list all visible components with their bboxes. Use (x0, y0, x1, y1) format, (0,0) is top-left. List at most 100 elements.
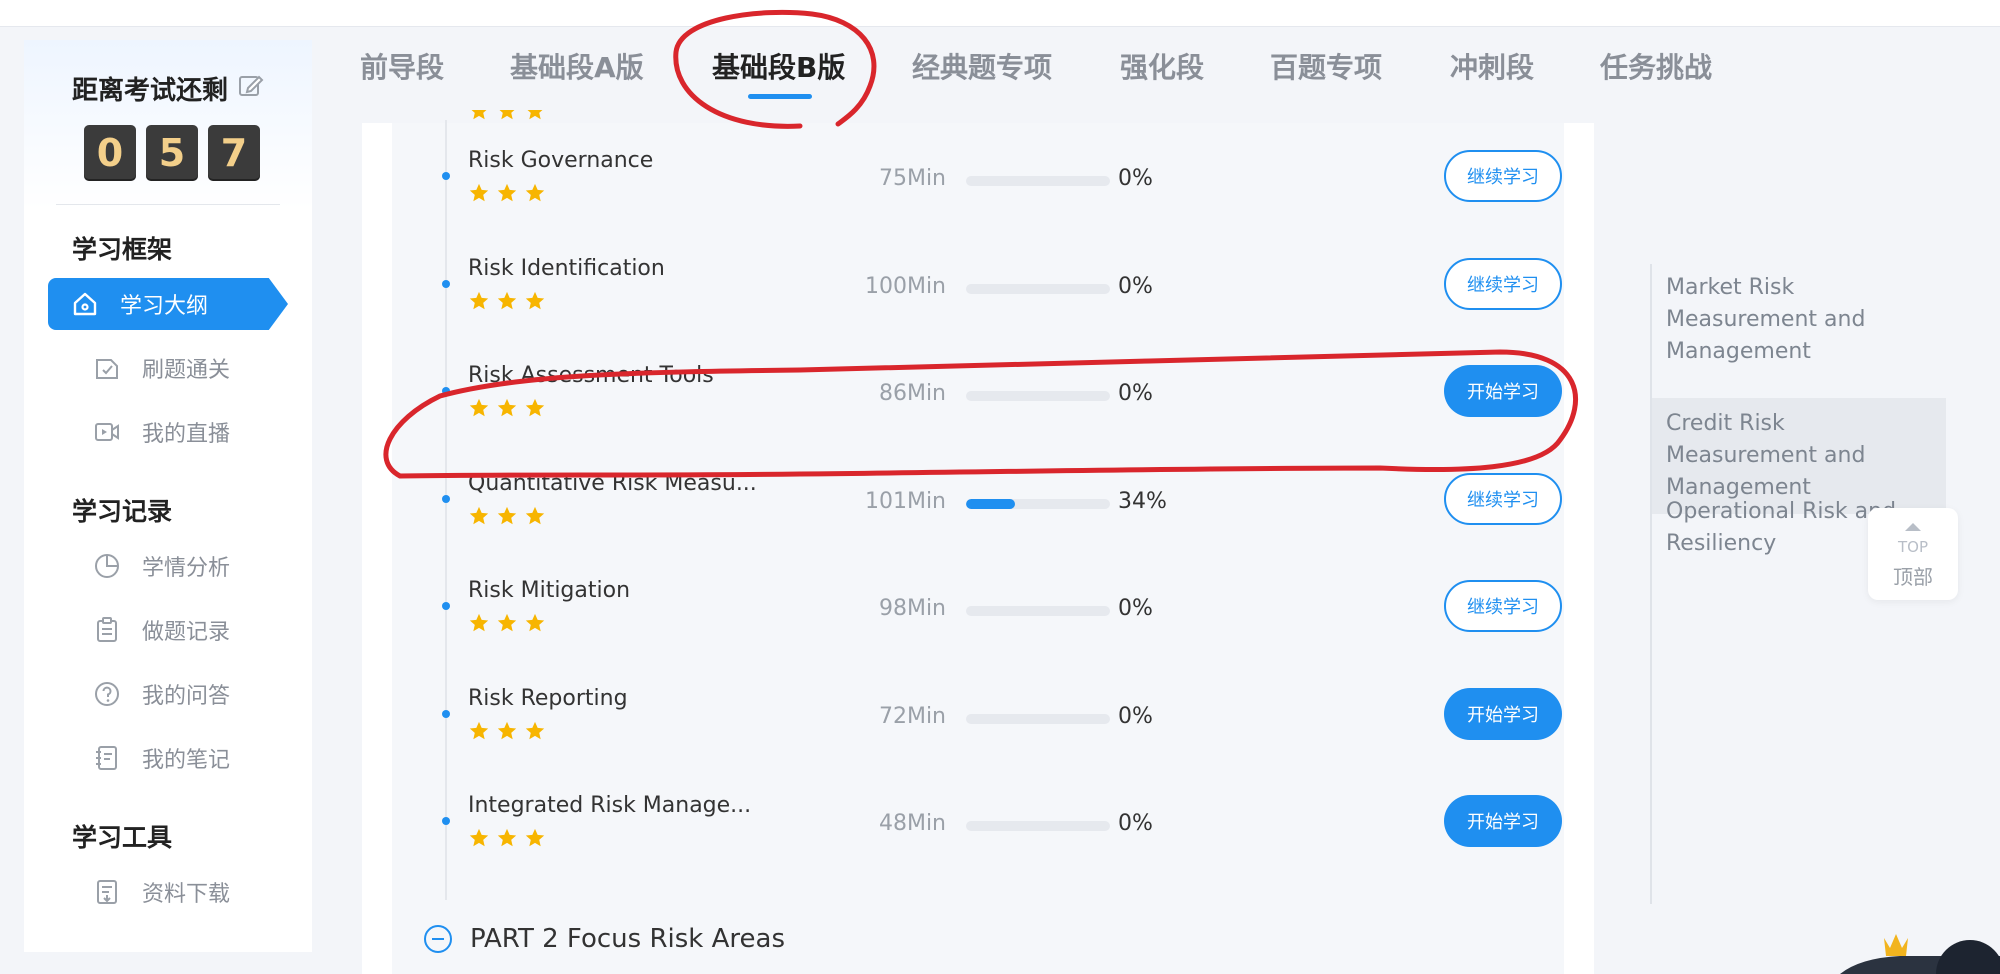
part-title: PART 2 Focus Risk Areas (470, 924, 785, 954)
difficulty-stars (468, 182, 546, 204)
progress-percent: 0% (1118, 381, 1153, 406)
lesson-row: Risk Mitigation 98Min 0% 继续学习 (0, 528, 1600, 636)
nav-item-downloads[interactable]: 资料下载 (70, 866, 300, 918)
lesson-duration: 86Min (878, 381, 946, 406)
difficulty-stars (468, 612, 546, 634)
outline-line (1650, 264, 1652, 904)
lesson-title[interactable]: Risk Governance (468, 148, 653, 173)
lesson-duration: 48Min (878, 811, 946, 836)
star-icon (525, 828, 545, 847)
progress-bar (966, 391, 1110, 401)
timeline-dot (442, 602, 450, 610)
study-button[interactable]: 开始学习 (1444, 365, 1562, 417)
study-button[interactable]: 开始学习 (1444, 795, 1562, 847)
star-icon (525, 398, 545, 417)
tab-task-challenge[interactable]: 任务挑战 (1600, 46, 1712, 86)
lesson-duration: 100Min (864, 274, 946, 299)
star-icon (469, 398, 489, 417)
star-icon (469, 828, 489, 847)
tab-sprint[interactable]: 冲刺段 (1450, 46, 1534, 86)
progress-bar (966, 284, 1110, 294)
star-icon (469, 721, 489, 740)
study-button[interactable]: 继续学习 (1444, 258, 1562, 310)
tab-foundation-b[interactable]: 基础段B版 (712, 46, 845, 86)
lesson-duration: 98Min (878, 596, 946, 621)
outline-item-market-risk[interactable]: Market Risk Measurement and Management (1666, 272, 1896, 368)
star-icon (497, 183, 517, 202)
progress-bar (966, 821, 1110, 831)
tab-classic-questions[interactable]: 经典题专项 (912, 46, 1052, 86)
star-icon (525, 721, 545, 740)
timeline-dot (442, 710, 450, 718)
star-icon (497, 291, 517, 310)
study-button[interactable]: 继续学习 (1444, 150, 1562, 202)
back-to-top-label: 顶部 (1893, 564, 1933, 589)
download-doc-icon (92, 877, 122, 907)
timeline-dot (442, 495, 450, 503)
lesson-row: Risk Identification 100Min 0% 继续学习 (0, 206, 1600, 314)
star-icon (497, 613, 517, 632)
collapse-icon[interactable] (424, 925, 452, 953)
progress-bar (966, 714, 1110, 724)
star-icon (469, 291, 489, 310)
progress-percent: 0% (1118, 704, 1153, 729)
lesson-title[interactable]: Risk Reporting (468, 686, 628, 711)
tab-preliminary[interactable]: 前导段 (360, 46, 444, 86)
star-icon (525, 506, 545, 525)
lesson-duration: 72Min (878, 704, 946, 729)
star-icon (497, 506, 517, 525)
part-header[interactable]: PART 2 Focus Risk Areas (424, 924, 785, 954)
progress-percent: 34% (1118, 489, 1167, 514)
lesson-row: Risk Governance 75Min 0% 继续学习 (0, 98, 1600, 206)
lesson-title[interactable]: Integrated Risk Manage... (468, 793, 751, 818)
progress-percent: 0% (1118, 596, 1153, 621)
star-icon (525, 183, 545, 202)
difficulty-stars (468, 290, 546, 312)
progress-bar (966, 606, 1110, 616)
progress-percent: 0% (1118, 811, 1153, 836)
tab-foundation-a[interactable]: 基础段A版 (510, 46, 644, 86)
edit-icon[interactable] (238, 73, 264, 99)
outline-item-operational-risk[interactable]: Operational Risk and Resiliency (1666, 496, 1898, 560)
progress-bar (966, 499, 1110, 509)
star-icon (497, 398, 517, 417)
difficulty-stars (468, 827, 546, 849)
lesson-row: Risk Assessment Tools 86Min 0% 开始学习 (0, 313, 1600, 421)
star-icon (497, 828, 517, 847)
vip-badge-icon[interactable] (1840, 930, 2000, 974)
timeline-dot (442, 817, 450, 825)
study-button[interactable]: 继续学习 (1444, 580, 1562, 632)
star-icon (469, 183, 489, 202)
lesson-row: Quantitative Risk Measu... 101Min 34% 继续学习 (0, 421, 1600, 529)
difficulty-stars (468, 505, 546, 527)
top-icon-text: TOP (1897, 538, 1928, 556)
top-strip (0, 0, 2000, 27)
progress-percent: 0% (1118, 274, 1153, 299)
progress-percent: 0% (1118, 166, 1153, 191)
star-icon (525, 291, 545, 310)
star-icon (469, 613, 489, 632)
lesson-duration: 75Min (878, 166, 946, 191)
lesson-row: Integrated Risk Manage... 48Min 0% 开始学习 (0, 743, 1600, 851)
lesson-title[interactable]: Risk Mitigation (468, 578, 630, 603)
back-to-top-button[interactable]: TOP 顶部 (1868, 508, 1958, 600)
lesson-row: Risk Reporting 72Min 0% 开始学习 (0, 636, 1600, 744)
study-button[interactable]: 继续学习 (1444, 473, 1562, 525)
difficulty-stars (468, 720, 546, 742)
timeline-dot (442, 387, 450, 395)
tab-hundred-questions[interactable]: 百题专项 (1270, 46, 1382, 86)
nav-item-label: 资料下载 (142, 882, 231, 907)
star-icon (497, 721, 517, 740)
timeline-dot (442, 280, 450, 288)
timeline-dot (442, 172, 450, 180)
top-arrow-icon: TOP (1897, 522, 1928, 556)
lesson-duration: 101Min (864, 489, 946, 514)
tab-reinforcement[interactable]: 强化段 (1120, 46, 1204, 86)
lesson-title[interactable]: Risk Identification (468, 256, 665, 281)
lesson-title[interactable]: Quantitative Risk Measu... (468, 471, 757, 496)
star-icon (525, 613, 545, 632)
star-icon (469, 506, 489, 525)
lesson-title[interactable]: Risk Assessment Tools (468, 363, 714, 388)
progress-bar (966, 176, 1110, 186)
study-button[interactable]: 开始学习 (1444, 688, 1562, 740)
